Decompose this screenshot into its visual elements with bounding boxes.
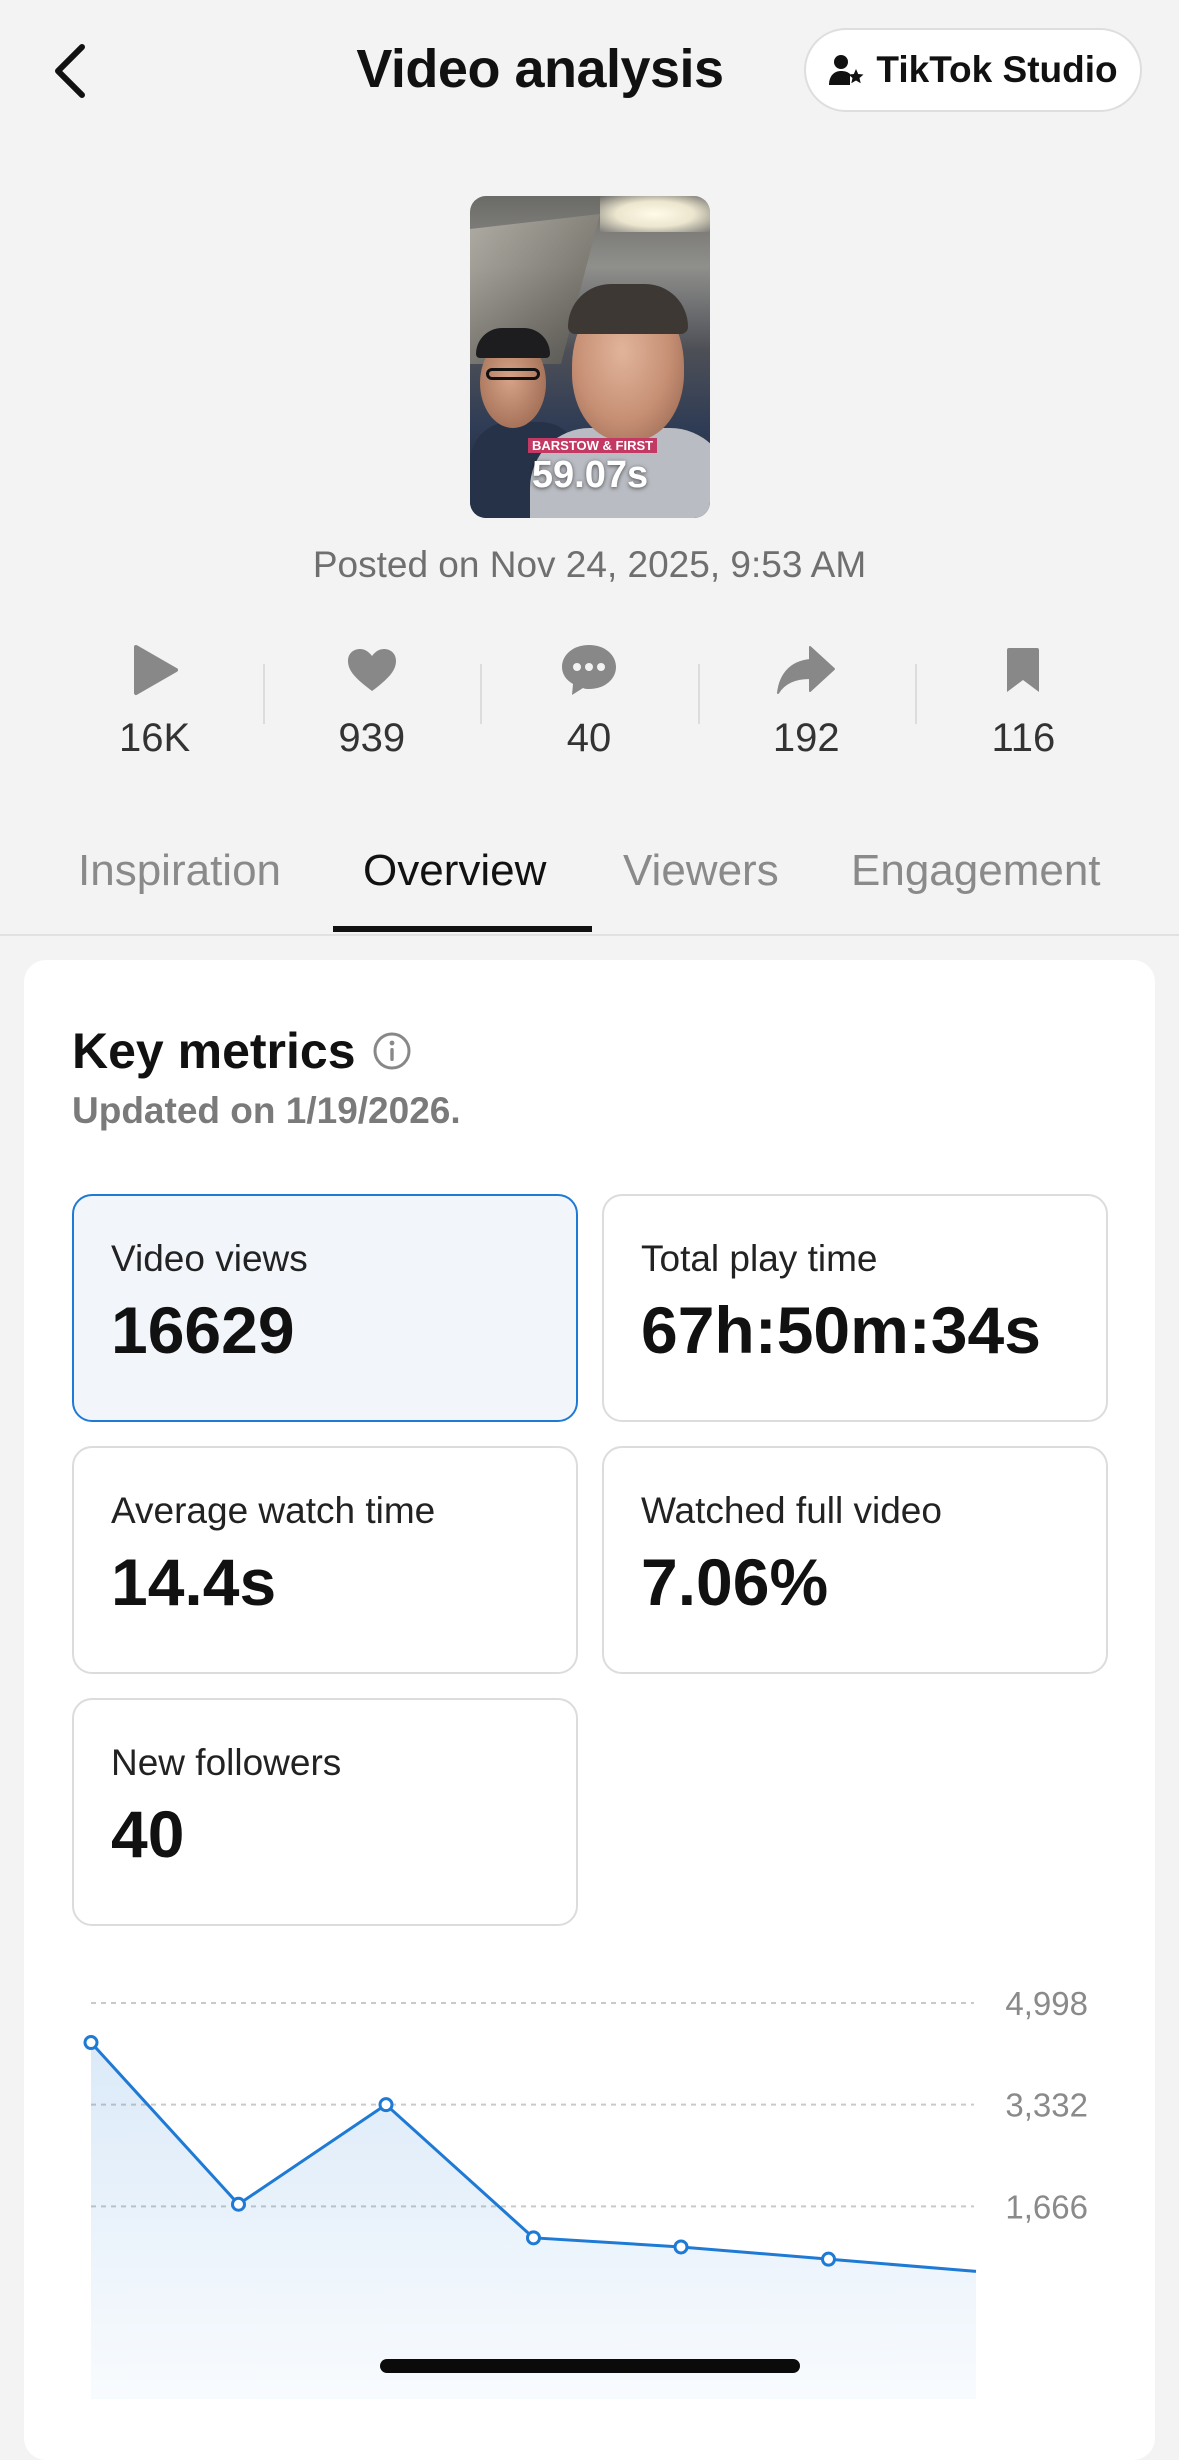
stat-comments: 40 — [480, 634, 697, 784]
share-icon — [777, 646, 836, 694]
home-indicator — [380, 2359, 800, 2373]
stat-value: 939 — [338, 716, 406, 760]
page-title: Video analysis — [356, 39, 724, 99]
user-star-icon — [829, 55, 864, 85]
thumbnail-caption: BARSTOW & FIRST — [528, 438, 658, 453]
stat-value: 16K — [119, 716, 191, 760]
chevron-left-icon — [55, 44, 85, 98]
video-duration: 59.07s — [531, 454, 649, 496]
engagement-stats: 16K 939 40 192 116 — [46, 634, 1132, 784]
chart-point[interactable] — [673, 2239, 689, 2255]
y-tick-label: 3,332 — [1005, 2087, 1088, 2124]
stat-value: 192 — [772, 716, 840, 760]
comment-icon — [562, 645, 616, 695]
play-icon — [133, 645, 178, 695]
tab-inspiration[interactable]: Inspiration — [78, 846, 281, 896]
active-tab-indicator — [333, 926, 592, 932]
views-chart: 4,998 3,332 1,666 — [83, 1985, 1088, 2399]
chart-point[interactable] — [821, 2251, 836, 2267]
tab-overview[interactable]: Overview — [363, 846, 546, 896]
chart-point[interactable] — [526, 2230, 541, 2246]
stat-value: 116 — [991, 716, 1056, 760]
stat-likes: 939 — [263, 634, 480, 784]
tiktok-studio-button[interactable]: TikTok Studio — [804, 28, 1142, 112]
chart-point[interactable] — [83, 2035, 99, 2051]
stat-saves: 116 — [914, 634, 1132, 784]
chart-point[interactable] — [231, 2196, 246, 2212]
key-metrics-card: Key metrics Updated on 1/19/2026. Video … — [24, 960, 1155, 2460]
video-thumbnail[interactable]: BARSTOW & FIRST 59.07s — [470, 196, 710, 518]
stat-views: 16K — [46, 634, 263, 784]
tab-bar: Inspiration Overview Viewers Engagement — [0, 838, 1179, 936]
header: Video analysis TikTok Studio — [0, 0, 1179, 140]
chart-point[interactable] — [378, 2097, 394, 2113]
tab-engagement[interactable]: Engagement — [851, 846, 1101, 896]
tiktok-studio-label: TikTok Studio — [876, 49, 1118, 90]
back-button[interactable] — [40, 36, 100, 106]
stat-value: 40 — [566, 716, 612, 760]
posted-date: Posted on Nov 24, 2025, 9:53 AM — [312, 544, 867, 585]
bookmark-icon — [1007, 648, 1040, 692]
stat-shares: 192 — [697, 634, 915, 784]
tab-viewers[interactable]: Viewers — [623, 846, 779, 896]
chart-area — [91, 2042, 976, 2399]
y-tick-label: 1,666 — [1005, 2188, 1088, 2225]
y-tick-label: 4,998 — [1005, 1985, 1088, 2022]
heart-icon — [347, 649, 396, 691]
